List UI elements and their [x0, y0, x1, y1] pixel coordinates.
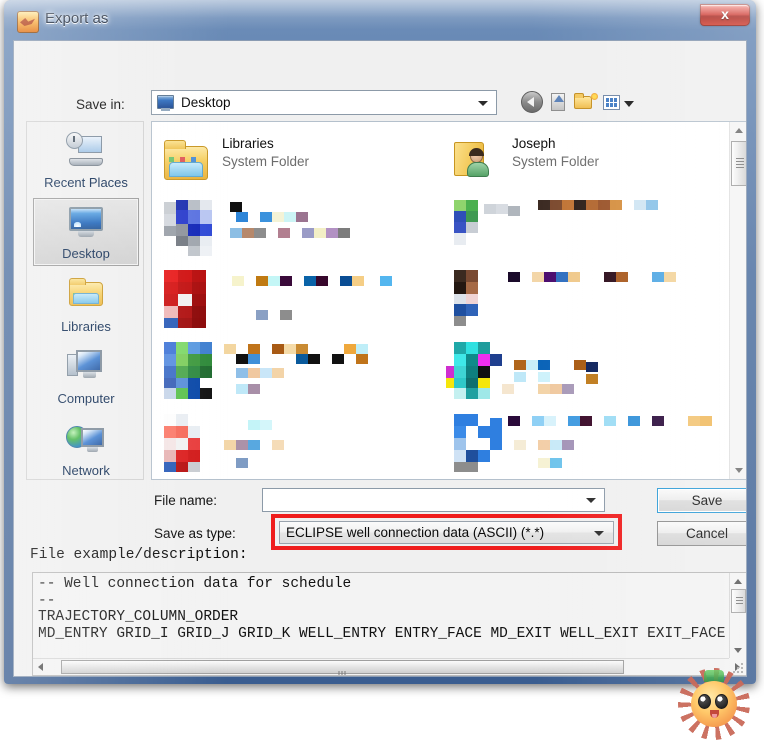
sidebar-item-network[interactable]: Network [33, 414, 139, 482]
new-folder-icon[interactable] [573, 91, 599, 115]
save-as-type-label: Save as type: [154, 526, 236, 541]
file-name-input[interactable] [262, 488, 605, 512]
file-subtitle: System Folder [512, 154, 600, 169]
cancel-button[interactable]: Cancel [657, 521, 746, 546]
scrollbar-thumb[interactable] [61, 660, 624, 675]
sidebar-item-label: Network [62, 463, 110, 478]
list-item[interactable] [158, 340, 448, 412]
list-item[interactable]: Joseph System Folder [448, 124, 728, 196]
censored-icon [158, 196, 448, 268]
chevron-down-icon [478, 101, 488, 106]
censored-icon [448, 412, 728, 479]
save-in-value: Desktop [181, 95, 231, 110]
sidebar-item-label: Computer [57, 391, 115, 406]
libraries-folder-icon [164, 132, 212, 180]
title-bar[interactable]: Export as x [4, 0, 756, 42]
list-item[interactable] [158, 196, 448, 268]
dialog-client-area: Save in: Desktop Recent Places Desktop L… [13, 40, 747, 677]
sidebar-item-libraries[interactable]: Libraries [33, 270, 139, 338]
scrollbar-thumb[interactable] [731, 589, 746, 613]
file-list-items: Libraries System Folder Joseph System Fo… [152, 122, 728, 479]
computer-icon [65, 348, 107, 384]
censored-icon [448, 196, 728, 268]
scroll-down-icon[interactable] [730, 642, 746, 658]
description-horizontal-scrollbar[interactable] [33, 658, 740, 675]
list-item[interactable] [448, 196, 728, 268]
scroll-down-icon[interactable] [730, 462, 746, 479]
save-in-label: Save in: [76, 97, 125, 112]
list-item[interactable] [448, 268, 728, 340]
sidebar-item-label: Recent Places [44, 175, 128, 190]
places-bar: Recent Places Desktop Libraries Computer… [26, 121, 144, 480]
close-icon: x [721, 6, 729, 22]
censored-icon [158, 268, 448, 340]
file-description-box[interactable]: -- Well connection data for schedule -- … [32, 572, 746, 676]
sidebar-item-label: Desktop [62, 246, 110, 261]
file-list-vertical-scrollbar[interactable] [729, 122, 746, 479]
censored-icon [446, 340, 728, 412]
censored-icon [158, 340, 448, 412]
list-item[interactable] [158, 412, 448, 479]
file-description-label: File example/description: [30, 547, 248, 563]
file-name: Joseph [512, 136, 556, 151]
close-button[interactable]: x [700, 4, 750, 26]
save-in-dropdown[interactable]: Desktop [151, 90, 497, 115]
list-item[interactable] [448, 412, 728, 479]
list-item-text: Joseph System Folder [512, 136, 599, 169]
scroll-up-icon[interactable] [730, 122, 746, 139]
window-title: Export as [45, 10, 109, 27]
scrollbar-thumb[interactable] [731, 141, 746, 186]
libraries-folder-icon [65, 276, 107, 312]
sidebar-item-recent-places[interactable]: Recent Places [33, 126, 139, 194]
list-item[interactable] [158, 268, 448, 340]
description-vertical-scrollbar[interactable] [729, 573, 746, 658]
censored-icon [158, 412, 448, 479]
file-description-text: -- Well connection data for schedule -- … [38, 576, 746, 642]
back-icon[interactable] [521, 91, 545, 115]
views-icon[interactable] [602, 91, 636, 115]
sidebar-item-desktop[interactable]: Desktop [33, 198, 139, 266]
export-app-icon [17, 11, 39, 33]
file-list[interactable]: Libraries System Folder Joseph System Fo… [151, 121, 746, 480]
chevron-down-icon [594, 531, 604, 536]
censored-icon [448, 268, 728, 340]
save-as-type-dropdown[interactable]: ECLIPSE well connection data (ASCII) (*.… [279, 521, 614, 544]
file-subtitle: System Folder [222, 154, 310, 169]
sun-mascot-watermark [678, 668, 750, 740]
user-folder-icon [454, 132, 502, 180]
save-as-type-value: ECLIPSE well connection data (ASCII) (*.… [286, 525, 545, 540]
file-name-label: File name: [154, 493, 218, 508]
save-button[interactable]: Save [657, 488, 746, 513]
up-folder-icon[interactable] [548, 91, 572, 115]
desktop-icon [157, 95, 174, 111]
file-name: Libraries [222, 136, 274, 151]
scroll-left-icon[interactable] [33, 659, 50, 675]
list-item[interactable]: Libraries System Folder [158, 124, 448, 196]
list-item[interactable] [446, 340, 728, 412]
recent-places-icon [65, 132, 107, 168]
scroll-up-icon[interactable] [730, 573, 746, 589]
sidebar-item-computer[interactable]: Computer [33, 342, 139, 410]
chevron-down-icon [624, 101, 634, 107]
network-icon [65, 420, 107, 456]
export-as-dialog-window: Export as x Save in: Desktop Recent Plac… [4, 0, 756, 684]
chevron-down-icon[interactable] [586, 498, 596, 503]
list-item-text: Libraries System Folder [222, 136, 309, 169]
desktop-icon [65, 205, 107, 241]
sidebar-item-label: Libraries [61, 319, 111, 334]
